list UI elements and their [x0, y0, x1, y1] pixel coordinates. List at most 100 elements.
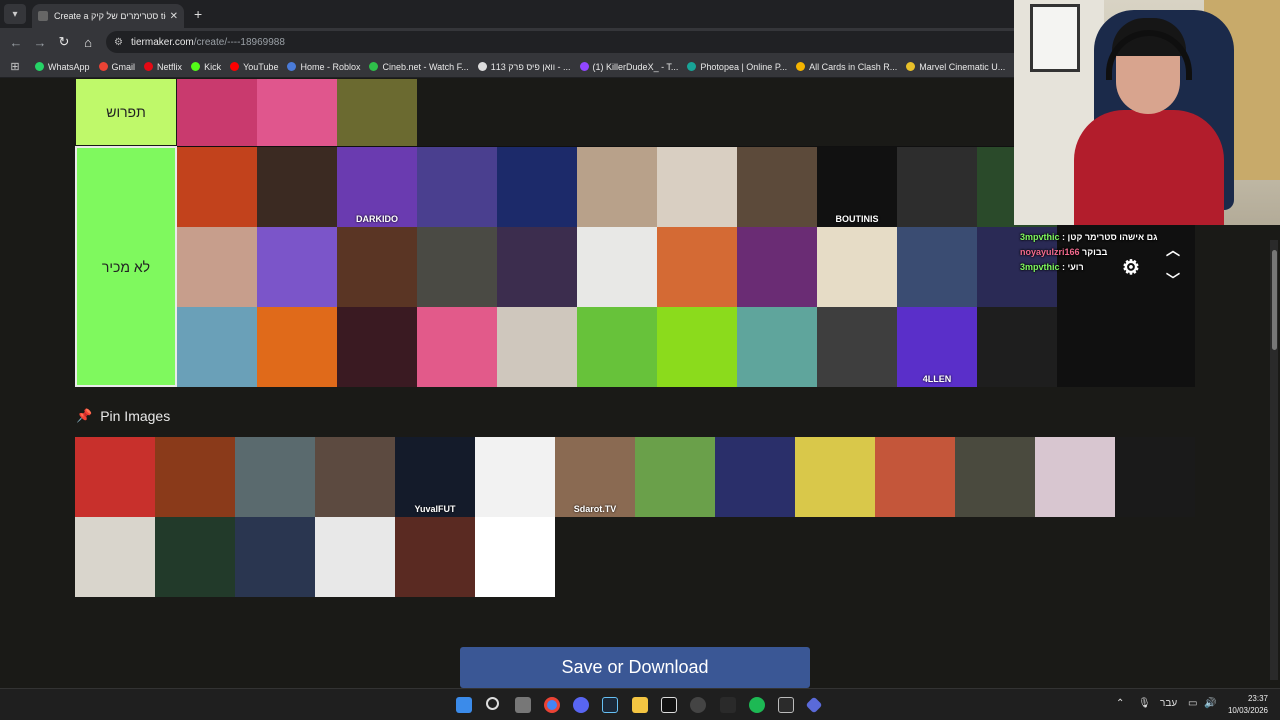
tier-image-tile[interactable] — [315, 437, 395, 517]
obs-icon[interactable] — [690, 697, 706, 713]
epic-games-icon[interactable] — [778, 697, 794, 713]
tier-image-tile[interactable] — [75, 437, 155, 517]
tier-image-tile[interactable] — [897, 227, 977, 307]
tier-image-tile[interactable] — [417, 227, 497, 307]
steam-icon[interactable] — [602, 697, 618, 713]
network-icon[interactable]: ▭ — [1188, 698, 1197, 709]
chevron-down-icon[interactable]: ﹀ — [1166, 270, 1180, 290]
tab-close-icon[interactable]: ✕ — [170, 11, 178, 22]
tier-image-tile[interactable] — [577, 227, 657, 307]
task-view-icon[interactable] — [515, 697, 531, 713]
tier-image-tile[interactable] — [315, 517, 395, 597]
tier-image-tile[interactable] — [577, 147, 657, 227]
tier-image-tile[interactable] — [475, 437, 555, 517]
tier-image-tile[interactable] — [817, 227, 897, 307]
tier-image-tile[interactable] — [657, 307, 737, 387]
apps-grid-icon[interactable]: ⊞ — [4, 60, 26, 73]
tier-image-tile[interactable] — [657, 227, 737, 307]
spotify-icon[interactable] — [749, 697, 765, 713]
bookmark-item[interactable]: Netflix — [144, 62, 182, 72]
tier-image-tile[interactable] — [817, 307, 897, 387]
tier-image-tile[interactable] — [395, 517, 475, 597]
volume-icon[interactable]: 🔊 — [1204, 698, 1216, 709]
home-icon[interactable]: ⌂ — [76, 35, 100, 50]
tier-image-tile[interactable] — [1035, 437, 1115, 517]
bookmark-item[interactable]: וואן פיס פרק 113 - ... — [477, 62, 571, 72]
tier-image-tile[interactable] — [257, 307, 337, 387]
bookmark-item[interactable]: Cineb.net - Watch F... — [369, 62, 469, 72]
tier-image-tile[interactable] — [875, 437, 955, 517]
tier-image-tile[interactable] — [1115, 437, 1195, 517]
bookmark-item[interactable]: (1) KillerDudeX_ - T... — [579, 62, 678, 72]
address-bar[interactable]: ⚙ tiermaker.com/create/----18969988 — [106, 31, 1106, 53]
tier-image-tile[interactable] — [257, 227, 337, 307]
new-tab-button[interactable]: + — [194, 6, 202, 22]
app-icon[interactable] — [720, 697, 736, 713]
language-indicator[interactable]: עבר — [1160, 698, 1177, 709]
tier-image-tile[interactable] — [417, 307, 497, 387]
gear-icon[interactable]: ⚙ — [1122, 255, 1140, 280]
tier-image-tile[interactable] — [475, 517, 555, 597]
tier-image-tile[interactable]: BOUTINIS — [817, 147, 897, 227]
tier-image-tile[interactable]: Sdarot.TV — [555, 437, 635, 517]
tier-image-tile[interactable] — [235, 517, 315, 597]
windows-start-icon[interactable] — [456, 697, 472, 713]
tier-image-tile[interactable] — [497, 307, 577, 387]
tier-image-tile[interactable] — [257, 147, 337, 227]
tier-image-tile[interactable] — [75, 517, 155, 597]
tier-image-tile[interactable] — [337, 227, 417, 307]
capcut-icon[interactable] — [661, 697, 677, 713]
tier-image-tile[interactable] — [977, 307, 1057, 387]
active-tab[interactable]: Create a סטרימרים של קיק tier list ✕ — [32, 4, 184, 28]
tier-image-tile[interactable]: YuvalFUT — [395, 437, 475, 517]
tier-image-tile[interactable] — [577, 307, 657, 387]
tier-image-tile[interactable]: DARKIDO — [337, 147, 417, 227]
tier-image-tile[interactable] — [337, 307, 417, 387]
bookmark-item[interactable]: Kick — [191, 62, 221, 72]
tray-overflow-chevron-icon[interactable]: ⌃ — [1116, 698, 1124, 709]
tier-image-tile[interactable] — [177, 307, 257, 387]
tier-image-tile[interactable] — [795, 437, 875, 517]
tier-image-tile[interactable]: 4LLEN — [897, 307, 977, 387]
tier-image-tile[interactable] — [155, 517, 235, 597]
back-arrow-icon[interactable]: ← — [4, 35, 28, 50]
bookmark-item[interactable]: Marvel Cinematic U... — [906, 62, 1005, 72]
forward-arrow-icon[interactable]: → — [28, 35, 52, 50]
discord-icon[interactable] — [573, 697, 589, 713]
launcher-icon[interactable] — [805, 696, 823, 714]
tier-image-tile[interactable] — [737, 147, 817, 227]
system-clock[interactable]: 23:37 10/03/2026 — [1222, 693, 1268, 717]
bookmark-item[interactable]: WhatsApp — [35, 62, 90, 72]
tier-image-tile[interactable] — [177, 227, 257, 307]
tier-image-tile[interactable] — [235, 437, 315, 517]
bookmark-item[interactable]: Photopea | Online P... — [687, 62, 787, 72]
reload-icon[interactable]: ↻ — [52, 34, 76, 50]
tier-image-tile[interactable] — [657, 147, 737, 227]
tier-image-tile[interactable] — [955, 437, 1035, 517]
bookmark-item[interactable]: Gmail — [98, 62, 135, 72]
tier-image-tile[interactable] — [737, 307, 817, 387]
microphone-icon[interactable]: 🎙 — [1138, 698, 1151, 709]
tier-label-retire[interactable]: תפרוש — [76, 79, 176, 145]
tier-image-tile[interactable] — [737, 227, 817, 307]
tier-image-tile[interactable] — [497, 147, 577, 227]
tier-image-tile[interactable] — [177, 147, 257, 227]
tier-label-dont-know[interactable]: לא מכיר — [75, 146, 177, 387]
page-scrollbar-thumb[interactable] — [1272, 250, 1277, 350]
tier-image-tile[interactable] — [635, 437, 715, 517]
site-info-icon[interactable]: ⚙ — [114, 37, 123, 48]
file-explorer-icon[interactable] — [632, 697, 648, 713]
tab-search-button[interactable]: ▾ — [4, 4, 26, 24]
bookmark-item[interactable]: YouTube — [230, 62, 278, 72]
bookmark-item[interactable]: Home - Roblox — [287, 62, 360, 72]
tier-image-tile[interactable] — [497, 227, 577, 307]
bookmark-item[interactable]: All Cards in Clash R... — [796, 62, 897, 72]
chrome-icon[interactable] — [544, 697, 560, 713]
search-icon[interactable] — [486, 697, 499, 710]
chevron-up-icon[interactable]: ︿ — [1166, 240, 1180, 260]
tier-image-tile[interactable] — [155, 437, 235, 517]
tier-image-tile[interactable] — [897, 147, 977, 227]
save-or-download-button[interactable]: Save or Download — [460, 647, 810, 688]
tier-image-tile[interactable] — [417, 147, 497, 227]
tier-image-tile[interactable] — [715, 437, 795, 517]
